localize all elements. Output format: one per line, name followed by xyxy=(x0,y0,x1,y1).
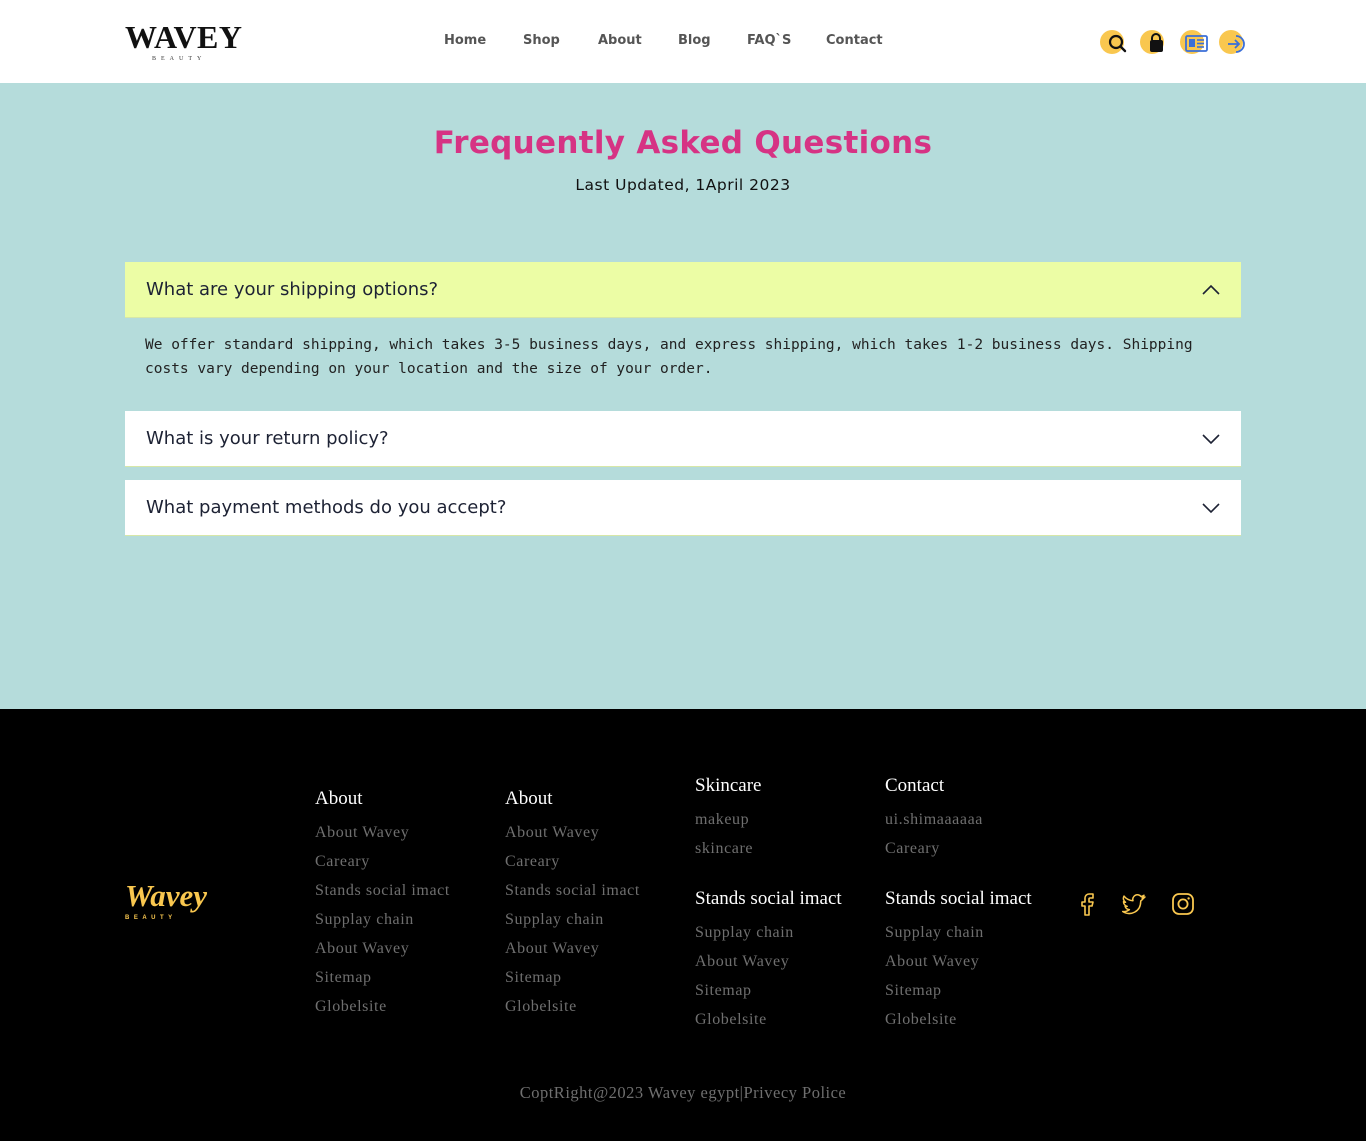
shopping-bag-icon[interactable] xyxy=(1139,28,1169,56)
footer-link[interactable]: About Wavey xyxy=(885,947,1032,976)
social-links xyxy=(1076,891,1206,917)
footer-link[interactable]: Sitemap xyxy=(315,963,450,992)
footer-heading: About xyxy=(505,788,553,809)
nav-faq[interactable]: FAQ`S xyxy=(747,33,791,48)
footer-link[interactable]: Globelsite xyxy=(885,1005,1032,1034)
footer-link[interactable]: ui.shimaaaaaa xyxy=(885,805,983,834)
nav-about[interactable]: About xyxy=(598,33,642,48)
footer-heading: Stands social imact xyxy=(695,888,842,909)
footer-brand-tagline: BEAUTY xyxy=(125,915,177,921)
footer-link[interactable]: About Wavey xyxy=(505,818,640,847)
footer-heading: Skincare xyxy=(695,775,762,796)
brand-tagline: BEAUTY xyxy=(152,56,207,62)
footer-logo[interactable]: Wavey BEAUTY xyxy=(125,879,207,923)
site-header: WAVEY BEAUTY Home Shop About Blog FAQ`S … xyxy=(0,0,1366,83)
id-card-icon[interactable] xyxy=(1179,28,1209,56)
footer-column-about: About About Wavey Careary Stands social … xyxy=(315,788,450,1021)
page-title: Frequently Asked Questions xyxy=(433,125,933,161)
footer-column-social-impact: Stands social imact Supplay chain About … xyxy=(695,888,842,1034)
faq-item-shipping[interactable]: What are your shipping options? xyxy=(125,262,1241,318)
footer-link[interactable]: Globelsite xyxy=(695,1005,842,1034)
footer-column-skincare: Skincare makeup skincare xyxy=(695,775,761,863)
copyright: CoptRight@2023 Wavey egypt|Privecy Polic… xyxy=(519,1083,847,1102)
site-footer: Wavey BEAUTY About About Wavey Careary S… xyxy=(0,709,1366,1141)
faq-section: Frequently Asked Questions Last Updated,… xyxy=(0,83,1366,709)
footer-link[interactable]: makeup xyxy=(695,805,761,834)
search-icon[interactable] xyxy=(1099,28,1129,56)
footer-link[interactable]: Sitemap xyxy=(695,976,842,1005)
nav-contact[interactable]: Contact xyxy=(826,33,883,48)
footer-link[interactable]: Supplay chain xyxy=(695,918,842,947)
footer-link[interactable]: Sitemap xyxy=(885,976,1032,1005)
last-updated: Last Updated, 1April 2023 xyxy=(575,176,791,194)
footer-link[interactable]: Stands social imact xyxy=(315,876,450,905)
footer-column-contact: Contact ui.shimaaaaaa Careary xyxy=(885,775,983,863)
footer-heading: About xyxy=(315,788,363,809)
faq-question: What are your shipping options? xyxy=(146,279,439,300)
footer-link[interactable]: About Wavey xyxy=(315,818,450,847)
footer-link[interactable]: Careary xyxy=(505,847,640,876)
footer-link[interactable]: Stands social imact xyxy=(505,876,640,905)
faq-question: What payment methods do you accept? xyxy=(146,497,507,518)
footer-link[interactable]: Supplay chain xyxy=(315,905,450,934)
footer-link[interactable]: Globelsite xyxy=(315,992,450,1021)
footer-link[interactable]: Supplay chain xyxy=(885,918,1032,947)
chevron-down-icon xyxy=(1202,434,1220,445)
faq-question: What is your return policy? xyxy=(146,428,389,449)
footer-link[interactable]: About Wavey xyxy=(505,934,640,963)
faq-item-payment[interactable]: What payment methods do you accept? xyxy=(125,480,1241,536)
nav-shop[interactable]: Shop xyxy=(523,33,560,48)
footer-link[interactable]: About Wavey xyxy=(315,934,450,963)
footer-link[interactable]: Globelsite xyxy=(505,992,640,1021)
faq-answer: We offer standard shipping, which takes … xyxy=(145,337,1193,377)
nav-blog[interactable]: Blog xyxy=(678,33,711,48)
footer-heading: Stands social imact xyxy=(885,888,1032,909)
footer-heading: Contact xyxy=(885,775,945,796)
footer-link[interactable]: Supplay chain xyxy=(505,905,640,934)
chevron-down-icon xyxy=(1202,503,1220,514)
chevron-up-icon xyxy=(1202,284,1220,295)
twitter-icon[interactable] xyxy=(1121,891,1148,922)
instagram-icon[interactable] xyxy=(1170,891,1196,922)
footer-brand-name: Wavey xyxy=(125,878,208,913)
faq-item-returns[interactable]: What is your return policy? xyxy=(125,411,1241,467)
footer-link[interactable]: About Wavey xyxy=(695,947,842,976)
footer-link[interactable]: Sitemap xyxy=(505,963,640,992)
footer-column-social-impact-2: Stands social imact Supplay chain About … xyxy=(885,888,1032,1034)
header-icons xyxy=(1099,28,1249,56)
footer-column-about-2: About About Wavey Careary Stands social … xyxy=(505,788,640,1021)
facebook-icon[interactable] xyxy=(1076,891,1100,922)
login-icon[interactable] xyxy=(1218,28,1248,56)
footer-link[interactable]: Careary xyxy=(315,847,450,876)
footer-link[interactable]: skincare xyxy=(695,834,761,863)
nav-home[interactable]: Home xyxy=(444,33,486,48)
footer-link[interactable]: Careary xyxy=(885,834,983,863)
